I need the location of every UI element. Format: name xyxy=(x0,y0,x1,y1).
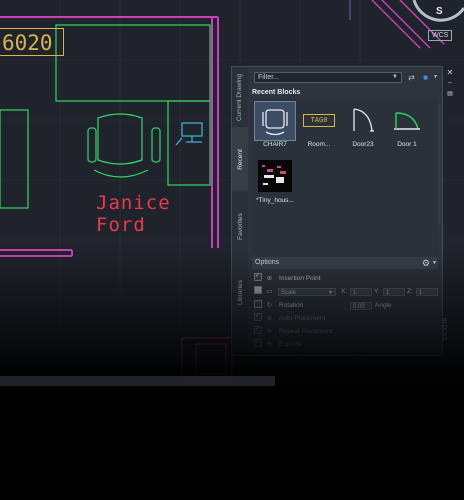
filter-input[interactable]: Filter... ▼ xyxy=(254,72,402,83)
auto-hide-icon[interactable]: ⇔ xyxy=(446,79,454,88)
palette-title-bar[interactable]: ✕ ⇔ ▤ xyxy=(444,66,456,356)
occupant-first-name: Janice xyxy=(96,192,171,214)
palette-tab-strip: Current Drawing Recent Favorites Librari… xyxy=(232,67,248,355)
explode-checkbox[interactable] xyxy=(254,337,262,348)
block-item-tiny-house[interactable]: *Tiny_hous... xyxy=(254,157,296,211)
chevron-down-icon[interactable]: ▼ xyxy=(432,257,437,269)
block-item-door23[interactable]: Door23 xyxy=(342,101,384,155)
browse-file-icon[interactable]: ⇄ xyxy=(406,72,417,83)
repeat-placement-label: Repeat Placement xyxy=(279,328,333,335)
chevron-down-icon[interactable]: ▼ xyxy=(392,73,398,82)
blocks-palette: Current Drawing Recent Favorites Librari… xyxy=(231,66,443,356)
palette-content: Filter... ▼ ⇄ ■ ▼ Recent Blocks CHAIR7 T… xyxy=(248,67,442,355)
insertion-point-label: Insertion Point xyxy=(279,275,321,282)
close-icon[interactable]: ✕ xyxy=(446,68,454,77)
block-label: Door23 xyxy=(352,141,374,148)
chair-symbol xyxy=(87,113,161,178)
block-label: CHAIR7 xyxy=(263,141,287,148)
properties-icon[interactable]: ▤ xyxy=(446,90,454,99)
scale-y-label: Y: xyxy=(374,288,380,295)
tiny-house-block-icon xyxy=(254,157,296,197)
angle-label: Angle xyxy=(375,302,392,309)
options-title: Options xyxy=(255,259,280,266)
options-header[interactable]: Options ⚙ ▼ xyxy=(252,257,438,269)
chevron-down-icon[interactable]: ▼ xyxy=(328,289,333,297)
gear-icon[interactable]: ⚙ xyxy=(422,257,430,269)
chair-block-icon xyxy=(254,101,296,141)
scale-z-input[interactable]: 1 xyxy=(416,288,438,296)
scale-dropdown[interactable]: Scale ▼ xyxy=(278,288,336,296)
filter-placeholder: Filter... xyxy=(258,74,280,81)
room-tag-block-icon: TAG0 xyxy=(298,101,340,141)
room-tag-text: TAG0 xyxy=(303,114,335,127)
auto-placement-icon: ⊕ xyxy=(266,315,273,322)
block-item-door-1[interactable]: Door 1 xyxy=(386,101,428,155)
scale-icon: ▭ xyxy=(266,288,273,295)
repeat-placement-icon: ⟳ xyxy=(266,328,273,335)
door-block-icon xyxy=(342,101,384,141)
compass-south-label[interactable]: S xyxy=(436,6,443,17)
auto-placement-checkbox[interactable] xyxy=(254,311,262,322)
angle-input[interactable]: 0.00 xyxy=(350,302,372,310)
blocks-scrollbar[interactable] xyxy=(438,105,441,225)
option-repeat-placement[interactable]: ⟳ Repeat Placement xyxy=(254,324,333,337)
scale-checkbox[interactable] xyxy=(254,286,262,295)
block-item-room-tag[interactable]: TAG0 Room... xyxy=(298,101,340,155)
occupant-last-name: Ford xyxy=(96,214,146,236)
door-swing-block-icon xyxy=(386,101,428,141)
option-auto-placement[interactable]: ⊕ Auto-Placement xyxy=(254,311,326,324)
block-label: *Tiny_hous... xyxy=(256,197,294,204)
tab-favorites[interactable]: Favorites xyxy=(232,193,248,259)
scale-y-input[interactable]: 1 xyxy=(383,288,405,296)
option-rotation[interactable]: ↻ Rotation xyxy=(254,300,303,311)
rotation-checkbox[interactable] xyxy=(254,300,262,309)
block-label: Room... xyxy=(307,141,331,148)
repeat-placement-checkbox[interactable] xyxy=(254,324,262,335)
rotation-icon: ↻ xyxy=(266,302,273,309)
palette-title-label: BLOCKS xyxy=(441,318,447,341)
explode-icon: ✣ xyxy=(266,341,273,348)
insertion-point-icon: ⊕ xyxy=(266,275,273,282)
scale-x-input[interactable]: 1 xyxy=(350,288,372,296)
auto-placement-label: Auto-Placement xyxy=(279,315,326,322)
tab-current-drawing[interactable]: Current Drawing xyxy=(232,69,248,125)
command-line-bar[interactable] xyxy=(0,376,275,386)
explode-label: Explode xyxy=(279,341,303,348)
scale-z-label: Z: xyxy=(407,288,413,295)
palette-toolbar: Filter... ▼ ⇄ ■ ▼ xyxy=(252,72,438,84)
option-explode[interactable]: ✣ Explode xyxy=(254,337,303,350)
scale-x-label: X: xyxy=(341,288,348,295)
recent-blocks-title: Recent Blocks xyxy=(252,89,301,96)
block-item-chair7[interactable]: CHAIR7 xyxy=(254,101,296,155)
tab-libraries[interactable]: Libraries xyxy=(232,261,248,323)
rotation-label: Rotation xyxy=(279,302,304,309)
wcs-menu[interactable]: WCS xyxy=(428,30,453,41)
view-mode-chevron-icon[interactable]: ▼ xyxy=(430,72,441,83)
option-insertion-point[interactable]: ⊕ Insertion Point xyxy=(254,271,321,284)
insertion-point-checkbox[interactable] xyxy=(254,271,262,282)
block-label: Door 1 xyxy=(397,141,417,148)
tab-recent[interactable]: Recent xyxy=(232,127,248,191)
recent-blocks-grid: CHAIR7 TAG0 Room... Door23 Door 1 *Tiny_… xyxy=(252,99,438,254)
scale-dropdown-value: Scale xyxy=(281,290,297,296)
room-number-tag: 6020 xyxy=(0,28,64,56)
